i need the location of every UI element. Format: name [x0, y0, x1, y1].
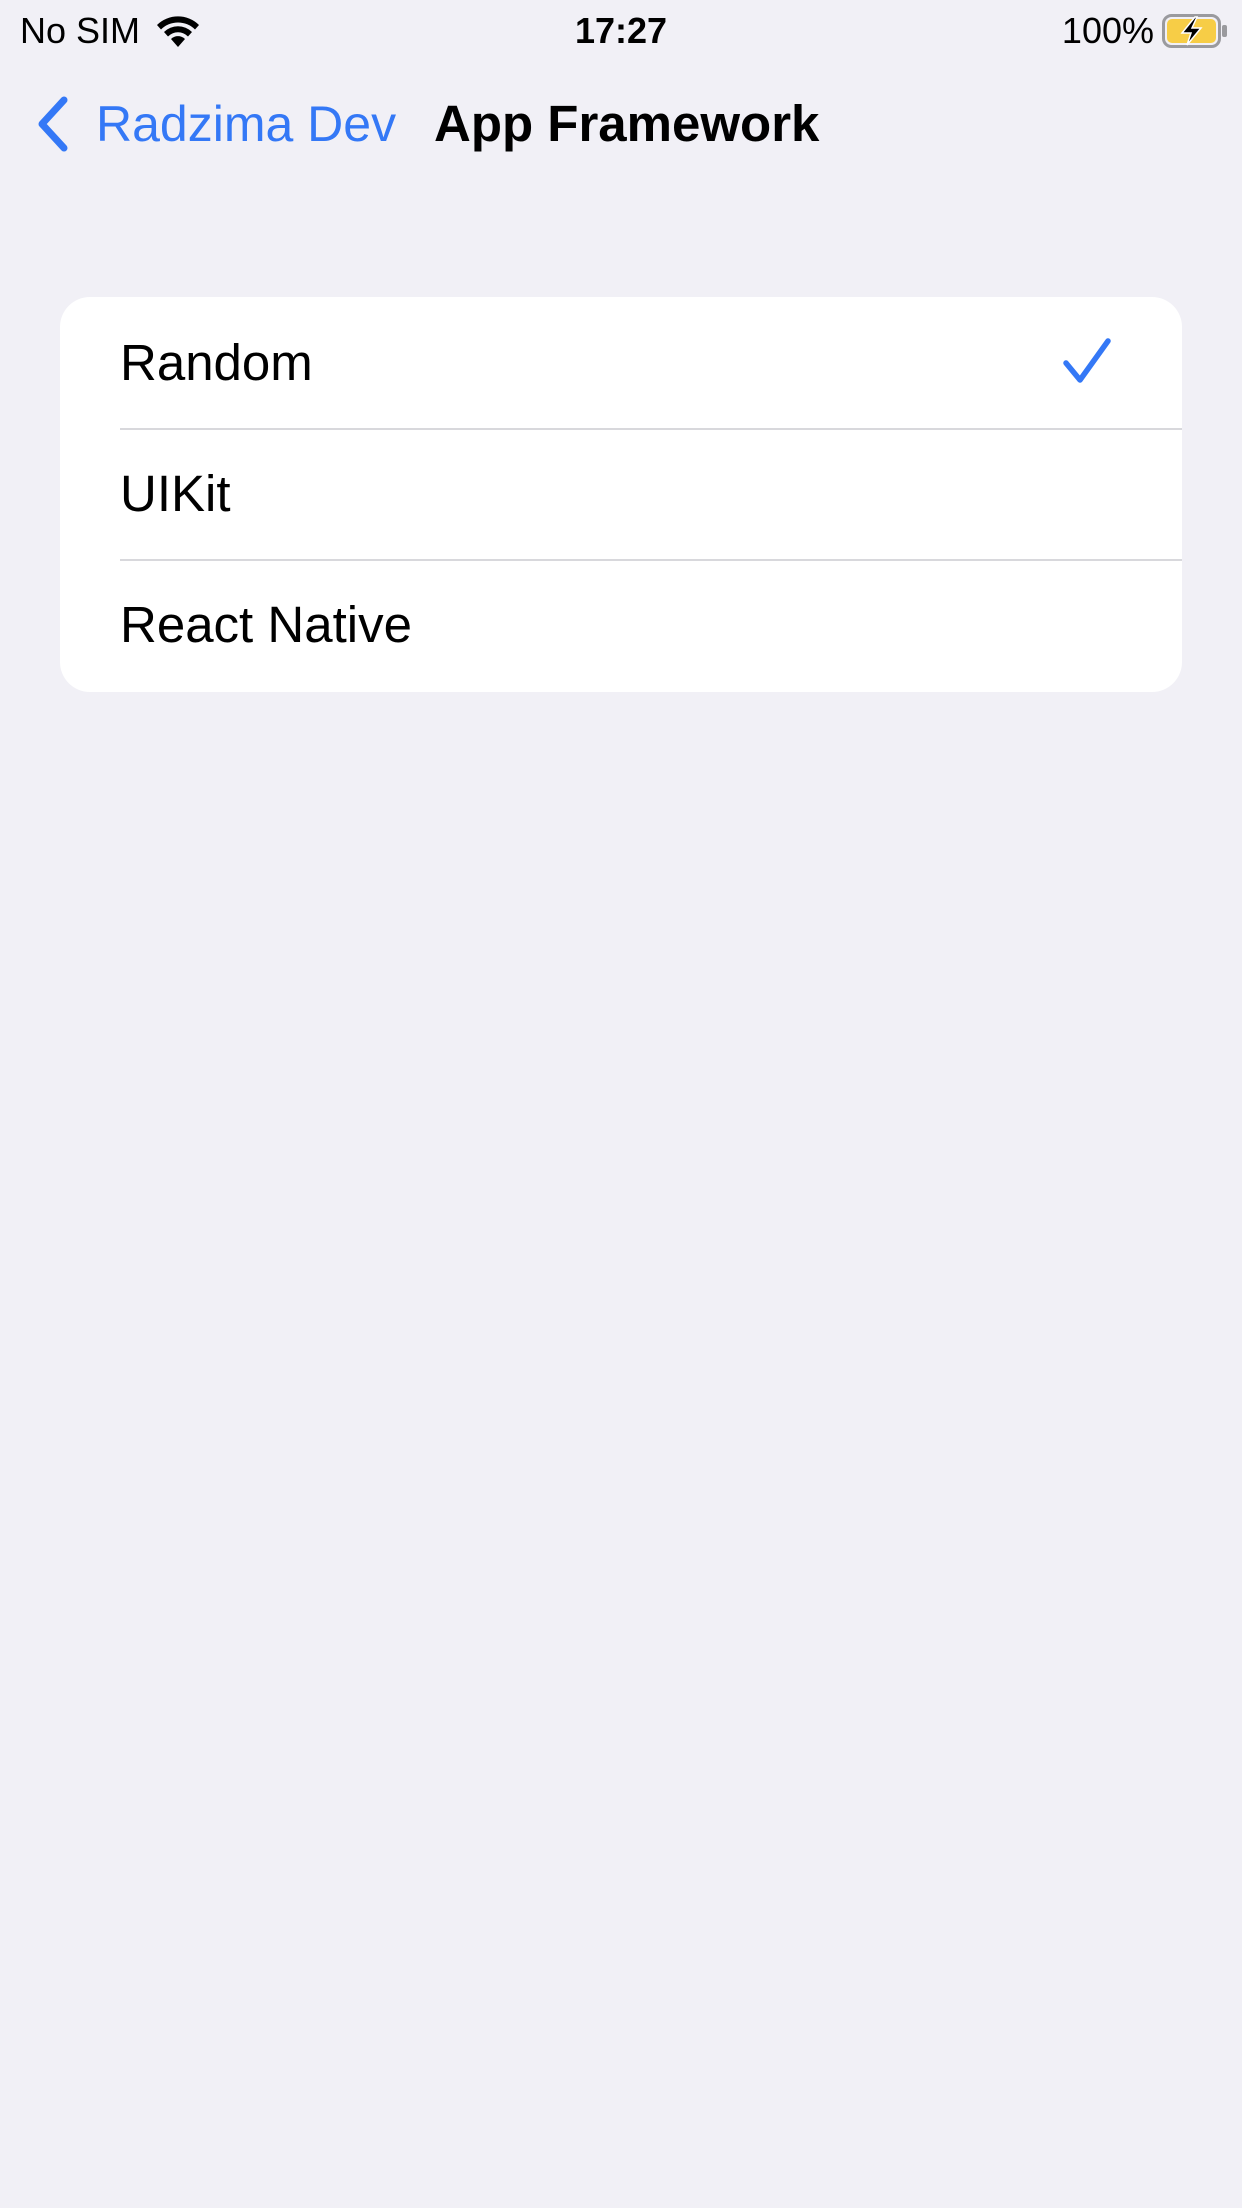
checkmark-icon — [1062, 337, 1112, 385]
battery-indicator: 100% — [1062, 8, 1228, 54]
back-button[interactable]: Radzima Dev — [34, 92, 396, 156]
battery-percent: 100% — [1061, 10, 1154, 51]
status-bar: No SIM 17:27 100% — [0, 0, 1242, 62]
battery-charging-icon — [1162, 14, 1228, 48]
option-row-uikit[interactable]: UIKit — [60, 428, 1182, 559]
framework-options-list: Random UIKit React Native — [60, 297, 1182, 692]
option-row-random[interactable]: Random — [60, 297, 1182, 428]
navigation-bar: Radzima Dev App Framework — [0, 62, 1242, 192]
option-label: UIKit — [120, 464, 231, 522]
option-label: React Native — [120, 595, 412, 653]
option-label: Random — [120, 333, 313, 391]
back-button-label: Radzima Dev — [96, 96, 397, 152]
option-row-react-native[interactable]: React Native — [60, 559, 1182, 690]
clock: 17:27 — [574, 10, 668, 51]
page-title: App Framework — [434, 95, 820, 152]
chevron-left-icon — [34, 92, 74, 156]
